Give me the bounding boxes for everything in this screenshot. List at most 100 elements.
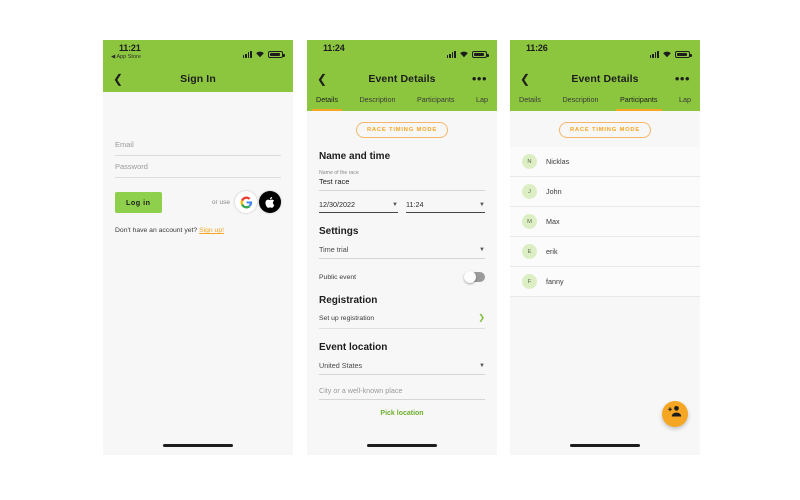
toggle-knob	[464, 271, 476, 283]
more-horizontal-icon[interactable]: •••	[675, 72, 690, 85]
page-title: Sign In	[180, 73, 216, 85]
email-field[interactable]: Email	[115, 134, 281, 156]
login-button[interactable]: Log in	[115, 191, 162, 213]
more-horizontal-icon[interactable]: •••	[472, 72, 487, 85]
chevron-right-icon: ❯	[478, 313, 485, 322]
list-item[interactable]: F fanny	[510, 267, 700, 297]
email-placeholder: Email	[115, 140, 134, 149]
time-value: 11:24	[406, 200, 424, 209]
participant-name: Nicklas	[546, 157, 570, 166]
home-indicator	[570, 444, 640, 447]
setup-registration-label: Set up registration	[319, 314, 375, 322]
section-title-settings: Settings	[319, 226, 359, 237]
city-placeholder: City or a well-known place	[319, 386, 403, 395]
public-event-label: Public event	[319, 273, 357, 281]
sign-in-body: Email Password Log in or use Don't have …	[103, 92, 293, 436]
chevron-down-icon: ▼	[479, 201, 485, 208]
apple-icon[interactable]	[259, 191, 281, 213]
status-back-to-app[interactable]: ◀ App Store	[111, 54, 141, 60]
race-timing-mode-badge[interactable]: RACE TIMING MODE	[355, 122, 449, 138]
status-bar: 11:24	[307, 40, 497, 66]
signal-bars-icon	[649, 50, 659, 58]
tab-lap[interactable]: Lap	[475, 92, 489, 111]
signup-prompt-row: Don't have an account yet? Sign up!	[115, 227, 281, 234]
home-indicator	[163, 444, 233, 447]
back-icon[interactable]: ❮	[520, 73, 530, 85]
race-name-value: Test race	[319, 177, 350, 186]
tab-description[interactable]: Description	[561, 92, 599, 111]
add-person-icon	[668, 405, 682, 423]
race-timing-mode-badge-wrap: RACE TIMING MODE	[307, 111, 497, 138]
password-placeholder: Password	[115, 162, 148, 171]
tab-participants[interactable]: Participants	[416, 92, 456, 111]
screenshot-canvas: 11:21 ◀ App Store ❮ Sign In Email Passwo…	[0, 0, 800, 500]
public-event-toggle[interactable]	[464, 271, 485, 283]
event-mode-value: Time trial	[319, 245, 349, 254]
country-select[interactable]: United States ▼	[319, 361, 485, 375]
list-item[interactable]: J John	[510, 177, 700, 207]
tab-bar: Details Description Participants Lap	[510, 92, 700, 111]
event-mode-select[interactable]: Time trial ▼	[319, 245, 485, 259]
avatar: J	[522, 184, 537, 199]
section-title-registration: Registration	[319, 295, 378, 306]
tab-details[interactable]: Details	[312, 92, 342, 111]
participants-body: RACE TIMING MODE N Nicklas J John M Max …	[510, 111, 700, 455]
avatar: E	[522, 244, 537, 259]
google-icon[interactable]	[235, 191, 257, 213]
race-timing-mode-badge[interactable]: RACE TIMING MODE	[558, 122, 652, 138]
status-time: 11:24	[323, 43, 345, 53]
date-picker[interactable]: 12/30/2022 ▼	[319, 200, 398, 213]
list-item[interactable]: M Max	[510, 207, 700, 237]
status-icons	[446, 47, 489, 58]
date-value: 12/30/2022	[319, 200, 355, 209]
list-item[interactable]: E erik	[510, 237, 700, 267]
city-input[interactable]: City or a well-known place	[319, 386, 485, 400]
race-name-field[interactable]: Name of the race Test race	[319, 170, 485, 191]
section-title-name-and-time: Name and time	[319, 151, 391, 162]
battery-icon	[472, 50, 489, 58]
signup-link[interactable]: Sign up!	[199, 227, 224, 234]
wifi-icon	[459, 50, 469, 58]
tab-details[interactable]: Details	[518, 92, 542, 111]
battery-icon	[675, 50, 692, 58]
wifi-icon	[255, 50, 265, 58]
page-title: Event Details	[571, 73, 639, 85]
tab-participants[interactable]: Participants	[615, 92, 662, 111]
public-event-row: Public event	[319, 271, 485, 283]
list-item[interactable]: N Nicklas	[510, 147, 700, 177]
phone-screen-sign-in: 11:21 ◀ App Store ❮ Sign In Email Passwo…	[103, 40, 293, 455]
login-row: Log in or use	[115, 191, 281, 213]
tab-lap[interactable]: Lap	[678, 92, 692, 111]
race-timing-mode-badge-wrap: RACE TIMING MODE	[510, 111, 700, 138]
participants-list: N Nicklas J John M Max E erik F fanny	[510, 147, 700, 297]
setup-registration-row[interactable]: Set up registration ❯	[319, 314, 485, 329]
section-title-event-location: Event location	[319, 342, 388, 353]
status-time: 11:26	[526, 43, 548, 53]
wifi-icon	[662, 50, 672, 58]
participant-name: erik	[546, 247, 558, 256]
password-field[interactable]: Password	[115, 156, 281, 178]
time-picker[interactable]: 11:24 ▼	[406, 200, 485, 213]
nav-bar: ❮ Event Details •••	[510, 66, 700, 92]
or-use-label: or use	[211, 198, 230, 206]
avatar: F	[522, 274, 537, 289]
tab-description[interactable]: Description	[358, 92, 396, 111]
phone-screen-event-details: 11:24 ❮ Event Details ••• Details Descri…	[307, 40, 497, 455]
race-name-label: Name of the race	[319, 170, 359, 176]
status-time: 11:21	[119, 43, 141, 53]
avatar: M	[522, 214, 537, 229]
chevron-down-icon: ▼	[392, 201, 398, 208]
status-bar: 11:21 ◀ App Store	[103, 40, 293, 66]
participant-name: Max	[546, 217, 560, 226]
nav-bar: ❮ Event Details •••	[307, 66, 497, 92]
back-icon[interactable]: ❮	[113, 73, 123, 85]
status-icons	[242, 47, 285, 58]
back-icon[interactable]: ❮	[317, 73, 327, 85]
chevron-down-icon: ▼	[479, 246, 485, 253]
signal-bars-icon	[242, 50, 252, 58]
add-person-button[interactable]	[662, 401, 688, 427]
pick-location-button[interactable]: Pick location	[319, 410, 485, 417]
phone-screen-participants: 11:26 ❮ Event Details ••• Details Descri…	[510, 40, 700, 455]
participant-name: fanny	[546, 277, 564, 286]
nav-bar: ❮ Sign In	[103, 66, 293, 92]
